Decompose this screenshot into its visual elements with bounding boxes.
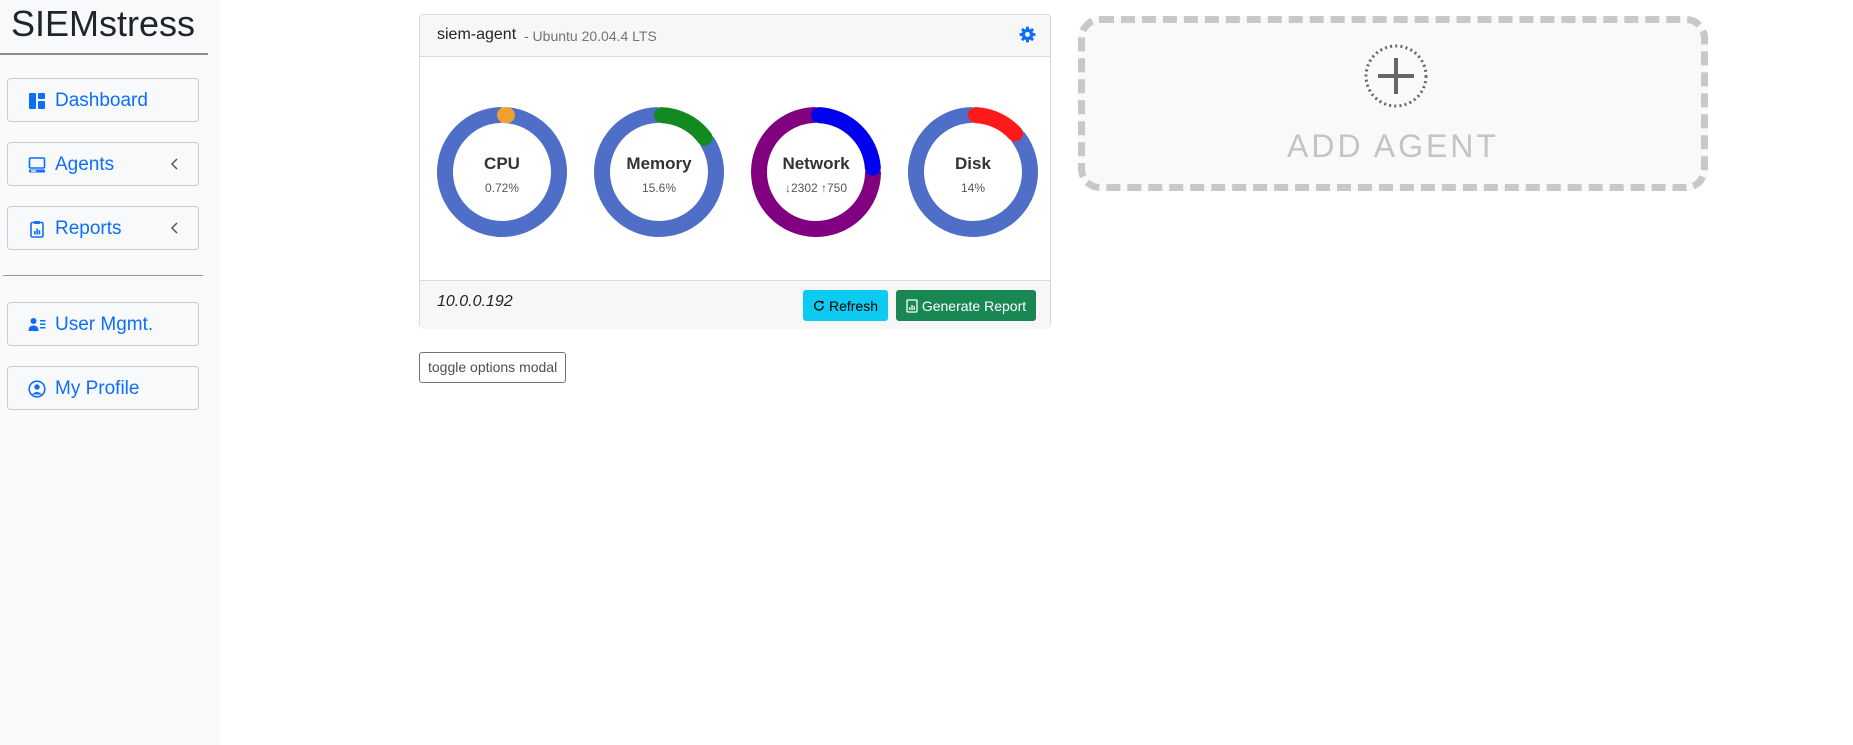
chevron-left-icon bbox=[170, 222, 178, 234]
refresh-icon bbox=[814, 300, 824, 311]
gauge-value: 15.6% bbox=[641, 181, 677, 195]
network-gauge: Network ↓2302 ↑750 bbox=[746, 102, 886, 242]
generate-report-button[interactable]: Generate Report bbox=[896, 290, 1036, 321]
sidebar-item-label: My Profile bbox=[55, 378, 140, 399]
gauge-value: ↓2302 ↑750 bbox=[784, 181, 848, 195]
sidebar-item-dashboard[interactable]: Dashboard bbox=[7, 78, 199, 122]
agent-card: siem-agent - Ubuntu 20.04.4 LTS CPU 0.72… bbox=[419, 14, 1051, 329]
memory-gauge: Memory 15.6% bbox=[589, 102, 729, 242]
person-circle-icon bbox=[28, 380, 46, 398]
sidebar: SIEMstress Dashboard Agents Reports User… bbox=[0, 0, 220, 745]
gauge-title: Network bbox=[782, 154, 850, 173]
users-list-icon bbox=[28, 318, 46, 331]
chevron-left-icon bbox=[170, 158, 178, 170]
sidebar-item-reports[interactable]: Reports bbox=[7, 206, 199, 250]
plus-circle-icon bbox=[1364, 44, 1428, 108]
agent-card-footer: 10.0.0.192 Refresh Generate Report bbox=[420, 280, 1050, 329]
gauge-value: 14% bbox=[960, 181, 986, 195]
agent-ip: 10.0.0.192 bbox=[437, 293, 513, 310]
monitor-icon bbox=[28, 157, 46, 173]
clipboard-chart-icon bbox=[30, 221, 44, 238]
disk-gauge: Disk 14% bbox=[903, 102, 1043, 242]
sidebar-item-label: Dashboard bbox=[55, 90, 148, 111]
sidebar-item-label: Agents bbox=[55, 154, 115, 175]
brand-title: SIEMstress bbox=[11, 3, 196, 44]
sidebar-item-label: User Mgmt. bbox=[55, 314, 154, 335]
add-agent-tile[interactable]: ADD AGENT bbox=[1078, 16, 1708, 191]
sidebar-item-user-mgmt[interactable]: User Mgmt. bbox=[7, 302, 199, 346]
generate-report-label: Generate Report bbox=[921, 297, 1027, 314]
brand-divider bbox=[0, 53, 208, 55]
gauge-title: Disk bbox=[955, 154, 991, 173]
cpu-gauge: CPU 0.72% bbox=[432, 102, 572, 242]
refresh-button[interactable]: Refresh bbox=[803, 290, 888, 321]
gauge-value: 0.72% bbox=[484, 181, 520, 195]
sidebar-item-agents[interactable]: Agents bbox=[7, 142, 199, 186]
sidebar-item-label: Reports bbox=[55, 218, 122, 239]
toggle-options-modal-button[interactable]: toggle options modal bbox=[419, 352, 567, 383]
add-agent-label: ADD AGENT bbox=[1287, 128, 1499, 164]
report-file-icon bbox=[906, 298, 918, 313]
agent-os: - Ubuntu 20.04.4 LTS bbox=[524, 28, 657, 44]
gauge-title: Memory bbox=[626, 154, 692, 173]
gauge-title: CPU bbox=[484, 154, 520, 173]
agent-card-header: siem-agent - Ubuntu 20.04.4 LTS bbox=[420, 15, 1050, 57]
sidebar-divider bbox=[3, 275, 203, 276]
gear-icon[interactable] bbox=[1019, 26, 1036, 43]
sidebar-item-my-profile[interactable]: My Profile bbox=[7, 366, 199, 410]
refresh-label: Refresh bbox=[828, 297, 879, 314]
dashboard-icon bbox=[29, 93, 45, 109]
agent-name: siem-agent bbox=[437, 26, 517, 43]
